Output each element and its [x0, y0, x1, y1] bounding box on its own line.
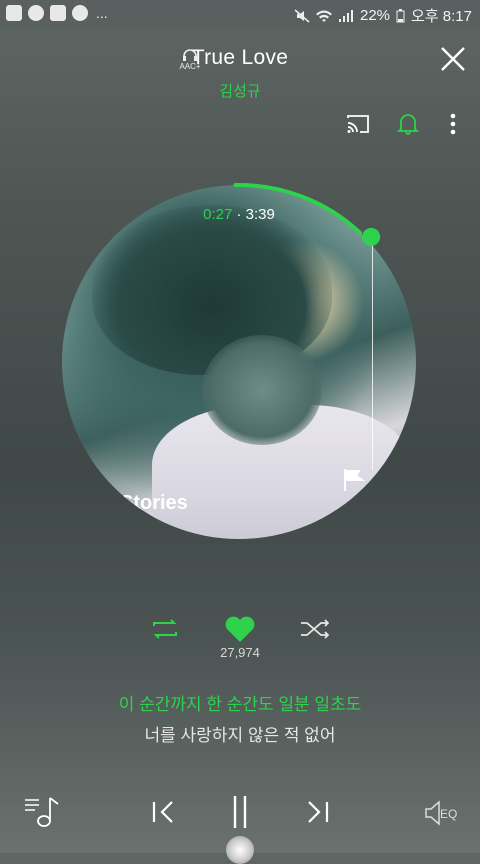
- eq-label: EQ: [440, 807, 458, 821]
- signal-icon: [339, 9, 353, 22]
- progress-knob[interactable]: [362, 227, 381, 246]
- progress-ring[interactable]: [62, 183, 416, 539]
- pause-icon[interactable]: [220, 792, 260, 832]
- bell-icon[interactable]: [395, 111, 421, 137]
- app-notification-icon: [6, 5, 22, 21]
- mute-icon: [294, 8, 310, 23]
- notification-icons: ...: [6, 5, 108, 21]
- status-bar: ... 22% 오후 8:17: [0, 0, 480, 28]
- player-controls: EQ: [0, 792, 480, 832]
- system-icons: 22% 오후 8:17: [294, 5, 472, 26]
- previous-icon[interactable]: [143, 792, 183, 832]
- lyric-current-line[interactable]: 이 순간까지 한 순간도 일분 일초도: [0, 690, 480, 715]
- music-notification-icon: [28, 5, 44, 21]
- wifi-icon: [316, 10, 332, 22]
- lyric-next-line[interactable]: 너를 사랑하지 않은 적 없어: [0, 721, 480, 746]
- next-icon[interactable]: [298, 792, 338, 832]
- artist-name[interactable]: 김성규: [0, 80, 480, 101]
- action-controls: [0, 612, 480, 646]
- like-count: 27,974: [220, 645, 260, 660]
- talk-notification-icon: [72, 5, 88, 21]
- clock: 오후 8:17: [411, 8, 472, 25]
- playlist-icon[interactable]: [22, 792, 62, 832]
- eq-button[interactable]: EQ: [422, 792, 462, 832]
- play-notification-icon: [50, 5, 66, 21]
- progress-arc: [233, 183, 363, 235]
- battery-percent: 22%: [360, 7, 391, 24]
- heart-icon[interactable]: [223, 612, 257, 646]
- shuffle-icon[interactable]: [298, 612, 332, 646]
- repeat-icon[interactable]: [148, 612, 182, 646]
- more-vert-icon[interactable]: [440, 111, 466, 137]
- close-icon[interactable]: [438, 44, 468, 74]
- battery-icon: [396, 8, 405, 22]
- more-notifications: ...: [96, 5, 108, 21]
- cast-icon[interactable]: [345, 111, 371, 137]
- track-title: True Love: [191, 46, 289, 69]
- bottom-handle[interactable]: [226, 836, 254, 864]
